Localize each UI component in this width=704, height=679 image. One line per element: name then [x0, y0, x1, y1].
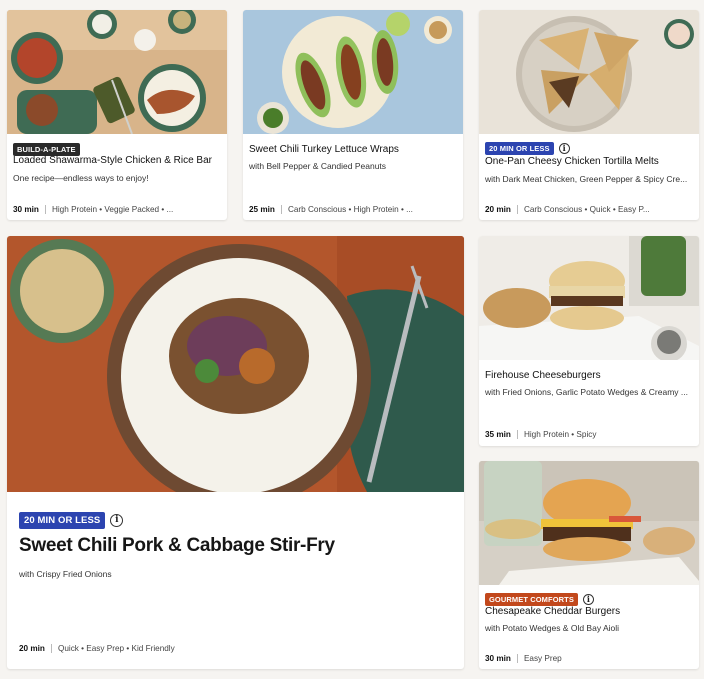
- info-icon[interactable]: i: [582, 594, 594, 606]
- divider: [516, 654, 518, 664]
- recipe-subtitle: with Dark Meat Chicken, Green Pepper & S…: [485, 174, 688, 184]
- recipe-meta: 35 min High Protein • Spicy: [485, 430, 693, 440]
- recipe-title[interactable]: Sweet Chili Turkey Lettuce Wraps: [249, 144, 457, 156]
- recipe-image[interactable]: [479, 236, 699, 360]
- recipe-meta: 25 min Carb Conscious • High Protein • ..…: [249, 205, 457, 215]
- recipe-title[interactable]: Chesapeake Cheddar Burgers: [485, 606, 693, 618]
- badge-gourmet-comforts: GOURMET COMFORTS: [485, 593, 578, 607]
- recipe-subtitle: with Bell Pepper & Candied Peanuts: [249, 161, 387, 171]
- cook-time: 30 min: [485, 654, 511, 663]
- divider: [44, 205, 46, 215]
- divider: [516, 205, 518, 215]
- recipe-title[interactable]: Loaded Shawarma-Style Chicken & Rice Bar: [13, 155, 221, 167]
- recipe-card-featured-stir-fry[interactable]: 20 MIN OR LESS i Sweet Chili Pork & Cabba…: [7, 236, 464, 669]
- recipe-title[interactable]: Sweet Chili Pork & Cabbage Stir-Fry: [19, 535, 335, 557]
- recipe-image[interactable]: [479, 461, 699, 585]
- recipe-subtitle: with Fried Onions, Garlic Potato Wedges …: [485, 387, 688, 397]
- recipe-subtitle: with Crispy Fried Onions: [19, 569, 112, 579]
- divider: [50, 644, 52, 654]
- recipe-tags: Easy Prep: [523, 654, 562, 663]
- recipe-tags: Quick • Easy Prep • Kid Friendly: [57, 644, 175, 653]
- recipe-meta: 30 min High Protein • Veggie Packed • ...: [13, 205, 221, 215]
- cook-time: 25 min: [249, 205, 275, 214]
- recipe-image[interactable]: [479, 10, 699, 134]
- recipe-tags: Carb Conscious • Quick • Easy P...: [523, 205, 650, 214]
- recipe-title[interactable]: Firehouse Cheeseburgers: [485, 370, 693, 382]
- recipe-image[interactable]: [7, 236, 464, 492]
- badge-wrap: 20 MIN OR LESS i: [19, 512, 124, 530]
- recipe-card-lettuce-wraps[interactable]: Sweet Chili Turkey Lettuce Wraps with Be…: [243, 10, 463, 220]
- recipe-tags: Carb Conscious • High Protein • ...: [287, 205, 413, 214]
- cook-time: 35 min: [485, 430, 511, 439]
- recipe-card-tortilla-melts[interactable]: 20 MIN OR LESS i One-Pan Cheesy Chicken T…: [479, 10, 699, 220]
- divider: [516, 430, 518, 440]
- recipe-subtitle: with Potato Wedges & Old Bay Aioli: [485, 623, 620, 633]
- info-icon[interactable]: i: [110, 514, 124, 528]
- info-icon[interactable]: i: [558, 143, 570, 155]
- recipe-image[interactable]: [7, 10, 227, 134]
- recipe-tags: High Protein • Veggie Packed • ...: [51, 205, 174, 214]
- recipe-subtitle: One recipe—endless ways to enjoy!: [13, 173, 149, 183]
- cook-time: 20 min: [19, 644, 45, 653]
- recipe-image[interactable]: [243, 10, 463, 134]
- recipe-card-firehouse-cheeseburgers[interactable]: Firehouse Cheeseburgers with Fried Onion…: [479, 236, 699, 446]
- recipe-meta: 20 min Quick • Easy Prep • Kid Friendly: [19, 644, 458, 654]
- recipe-card-chesapeake-burgers[interactable]: GOURMET COMFORTS i Chesapeake Cheddar Bur…: [479, 461, 699, 669]
- cook-time: 20 min: [485, 205, 511, 214]
- recipe-card-shawarma[interactable]: BUILD-A-PLATE Loaded Shawarma-Style Chic…: [7, 10, 227, 220]
- recipe-tags: High Protein • Spicy: [523, 430, 597, 439]
- badge-20-min: 20 MIN OR LESS: [19, 512, 106, 530]
- recipe-meta: 30 min Easy Prep: [485, 654, 693, 664]
- recipe-title[interactable]: One-Pan Cheesy Chicken Tortilla Melts: [485, 156, 693, 168]
- divider: [280, 205, 282, 215]
- badge-20-min: 20 MIN OR LESS: [485, 142, 554, 156]
- recipe-meta: 20 min Carb Conscious • Quick • Easy P...: [485, 205, 693, 215]
- cook-time: 30 min: [13, 205, 39, 214]
